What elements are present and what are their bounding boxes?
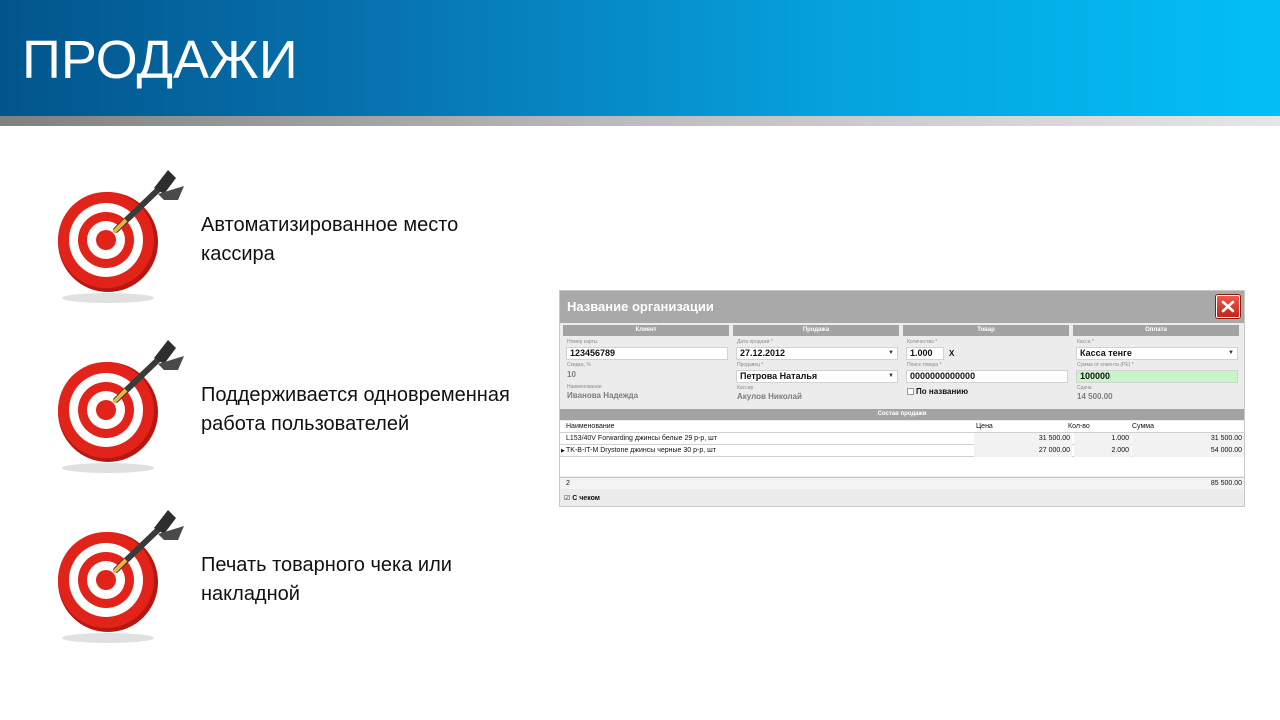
product-panel: Товар Количество * 1.000 X Поиск товара …: [903, 325, 1069, 405]
payment-panel: Оплата Касса * Касса тенге ▼ Сумма от кл…: [1073, 325, 1239, 405]
seller-value: Петрова Наталья: [740, 371, 818, 381]
client-panel: Клиент Номер карты 123456789 Скидка, % 1…: [563, 325, 729, 405]
card-number-input[interactable]: 123456789: [566, 347, 728, 360]
quantity-stepper[interactable]: 1.000: [906, 347, 944, 360]
item-price-cell: 27 000.00: [974, 445, 1072, 457]
sale-items-header: Состав продажи: [560, 409, 1244, 420]
close-icon: [1221, 300, 1235, 313]
item-price-cell: 31 500.00: [974, 433, 1072, 445]
table-header-row: Наименование Цена Кол-во Сумма: [560, 421, 1244, 433]
bullet-text-line: накладной: [201, 583, 300, 605]
bullet-item: Поддерживается одновременная работа поль…: [50, 336, 550, 476]
target-dart-icon: [58, 510, 184, 643]
slide-title: ПРОДАЖИ: [22, 30, 298, 90]
panel-header: Товар: [903, 325, 1069, 336]
sale-panel: Продажа Дата продажи * 27.12.2012 ▼ Прод…: [733, 325, 899, 405]
checkbox-checked-icon: ☑: [564, 495, 571, 502]
bullet-text-line: Автоматизированное место: [201, 214, 459, 236]
client-name-label: Наименование: [567, 384, 602, 390]
product-search-input[interactable]: 0000000000000: [906, 370, 1068, 383]
discount-label: Скидка, %: [567, 362, 591, 368]
bullet-item: Печать товарного чека или накладной: [50, 506, 550, 646]
sale-date-picker[interactable]: 27.12.2012 ▼: [736, 347, 898, 360]
item-name-cell: TK-B-IT-M Drystone джинсы черные 30 р-р,…: [566, 447, 716, 454]
item-count: 2: [566, 480, 570, 487]
change-label: Сдача: [1077, 385, 1092, 391]
by-name-label: По названию: [916, 387, 969, 396]
table-row[interactable]: L153/40V Forwarding джинсы белые 29 р-р,…: [560, 433, 1244, 445]
column-header[interactable]: Наименование: [566, 421, 966, 433]
bullet-text-line: Печать товарного чека или: [201, 554, 452, 576]
item-sum-cell: 54 000.00: [1132, 445, 1244, 457]
target-dart-icon: [58, 170, 184, 303]
window-titlebar: Название организации: [560, 291, 1244, 323]
by-name-checkbox[interactable]: [907, 388, 914, 395]
chevron-down-icon: ▼: [888, 350, 894, 356]
quantity-label: Количество *: [907, 339, 938, 345]
seller-label: Продавец *: [737, 362, 764, 368]
panel-header: Клиент: [563, 325, 729, 336]
table-row[interactable]: ▶ TK-B-IT-M Drystone джинсы черные 30 р-…: [560, 445, 1244, 457]
bullet-text-line: Поддерживается одновременная: [201, 384, 510, 406]
bullet-text-line: кассира: [201, 243, 275, 265]
discount-value: 10: [567, 370, 576, 379]
change-value: 14 500.00: [1077, 392, 1113, 401]
sales-window: Название организации Клиент Номер карты …: [559, 290, 1245, 507]
chevron-down-icon: ▼: [888, 373, 894, 379]
close-button[interactable]: [1216, 295, 1240, 318]
item-sum-cell: 31 500.00: [1132, 433, 1244, 445]
total-sum: 85 500.00: [1210, 480, 1242, 487]
bullet-item: Автоматизированное место кассира: [50, 166, 550, 306]
item-qty-cell: 2.000: [1074, 445, 1131, 457]
register-label: Касса *: [1077, 339, 1094, 345]
panel-header: Оплата: [1073, 325, 1239, 336]
bullet-text-line: работа пользователей: [201, 413, 410, 435]
register-value: Касса тенге: [1080, 348, 1132, 358]
panel-header: Продажа: [733, 325, 899, 336]
item-qty-cell: 1.000: [1074, 433, 1131, 445]
sale-items-table: Наименование Цена Кол-во Сумма L153/40V …: [560, 421, 1244, 476]
chevron-down-icon: ▼: [1228, 350, 1234, 356]
sale-date-value: 27.12.2012: [740, 348, 786, 358]
column-header[interactable]: Сумма: [1132, 421, 1212, 433]
table-footer-row: 2 85 500.00: [560, 477, 1244, 489]
cashier-value: Акулов Николай: [737, 392, 802, 401]
with-receipt-label: С чеком: [572, 495, 600, 502]
sale-date-label: Дата продажи *: [737, 339, 773, 345]
quantity-multiplier: X: [949, 349, 955, 358]
slide-header: ПРОДАЖИ: [0, 0, 1280, 116]
client-amount-label: Сумма от клиента (РЕ) *: [1077, 362, 1134, 368]
header-divider: [0, 116, 1280, 126]
window-title: Название организации: [567, 299, 714, 314]
product-search-label: Поиск товара *: [907, 362, 942, 368]
client-name-value: Иванова Надежда: [567, 391, 639, 400]
item-name-cell: L153/40V Forwarding джинсы белые 29 р-р,…: [566, 435, 717, 442]
column-header[interactable]: Кол-во: [1068, 421, 1128, 433]
seller-select[interactable]: Петрова Наталья ▼: [736, 370, 898, 383]
cashier-label: Кассир: [737, 385, 754, 391]
client-amount-input[interactable]: 100000: [1076, 370, 1238, 383]
with-receipt-checkbox[interactable]: ☑ С чеком: [564, 494, 600, 502]
register-select[interactable]: Касса тенге ▼: [1076, 347, 1238, 360]
target-dart-icon: [58, 340, 184, 473]
column-header[interactable]: Цена: [976, 421, 1056, 433]
card-number-label: Номер карты: [567, 339, 598, 345]
